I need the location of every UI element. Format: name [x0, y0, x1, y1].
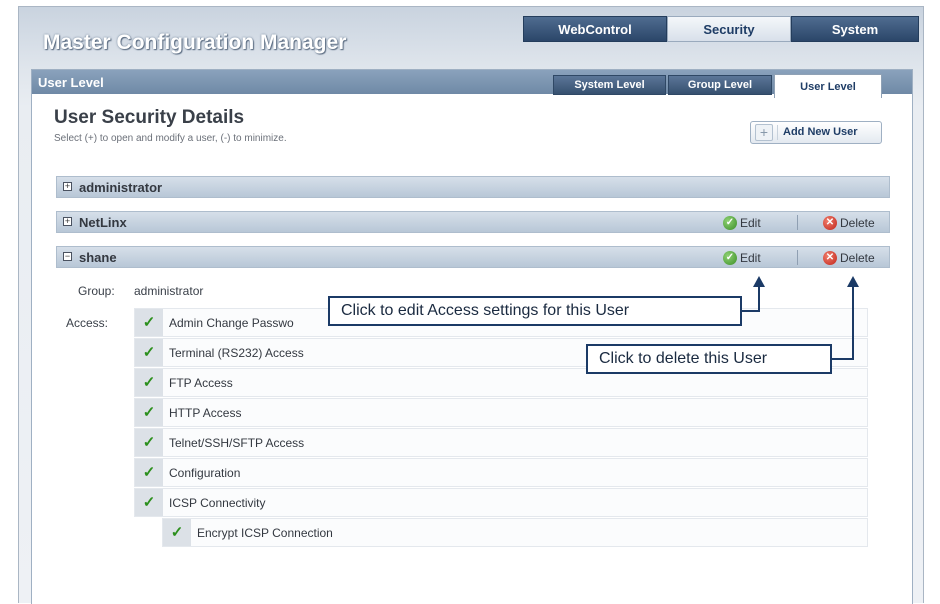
user-name: NetLinx	[79, 215, 127, 230]
plus-icon: +	[755, 124, 773, 141]
access-item: ✓ HTTP Access	[134, 398, 868, 427]
delete-button[interactable]: ✕ Delete	[823, 249, 875, 266]
delete-label: Delete	[840, 250, 875, 265]
user-row-administrator[interactable]: + administrator	[56, 176, 890, 198]
app-title: Master Configuration Manager	[43, 31, 347, 54]
delete-label: Delete	[840, 215, 875, 230]
expand-toggle-icon[interactable]: +	[63, 217, 72, 226]
section-subtitle: Select (+) to open and modify a user, (-…	[54, 133, 287, 144]
main-tab-bar: WebControl Security System	[523, 16, 919, 42]
edit-button[interactable]: ✓ Edit	[723, 249, 761, 266]
access-item-label: ICSP Connectivity	[169, 496, 266, 510]
tab-security[interactable]: Security	[667, 16, 791, 42]
add-new-user-label: Add New User	[783, 126, 858, 138]
expand-toggle-icon[interactable]: +	[63, 182, 72, 191]
access-label: Access:	[66, 316, 109, 330]
tab-webcontrol[interactable]: WebControl	[523, 16, 667, 42]
delete-x-icon: ✕	[823, 250, 837, 265]
checkmark-icon: ✓	[723, 215, 737, 230]
group-label: Group:	[78, 284, 115, 298]
action-divider	[797, 215, 798, 230]
section-title: User Security Details	[54, 107, 245, 128]
delete-callout: Click to delete this User	[586, 344, 832, 374]
access-item-label: Terminal (RS232) Access	[169, 346, 304, 360]
collapse-toggle-icon[interactable]: −	[63, 252, 72, 261]
user-row-shane[interactable]: − shane ✓ Edit ✕ Delete	[56, 246, 890, 268]
button-divider	[777, 125, 778, 140]
edit-callout-arrow-line	[758, 285, 760, 312]
subtab-group-level[interactable]: Group Level	[668, 75, 772, 95]
user-level-panel: User Level System Level Group Level User…	[31, 69, 913, 604]
check-icon: ✓	[135, 399, 163, 426]
access-item-label: HTTP Access	[169, 406, 242, 420]
edit-callout-arrowhead-icon	[753, 276, 765, 287]
access-item: ✓ Configuration	[134, 458, 868, 487]
user-name: shane	[79, 250, 117, 265]
delete-callout-connector	[832, 358, 854, 360]
access-item-label: FTP Access	[169, 376, 233, 390]
check-icon: ✓	[135, 339, 163, 366]
checkmark-icon: ✓	[723, 250, 737, 265]
action-divider	[797, 250, 798, 265]
delete-x-icon: ✕	[823, 215, 837, 230]
tab-system[interactable]: System	[791, 16, 919, 42]
access-item: ✓ ICSP Connectivity	[134, 488, 868, 517]
check-icon: ✓	[135, 429, 163, 456]
access-subitem: ✓ Encrypt ICSP Connection	[162, 518, 868, 547]
access-item-label: Telnet/SSH/SFTP Access	[169, 436, 305, 450]
edit-button[interactable]: ✓ Edit	[723, 214, 761, 231]
add-new-user-button[interactable]: + Add New User	[750, 121, 882, 144]
check-icon: ✓	[135, 489, 163, 516]
check-icon: ✓	[135, 309, 163, 336]
panel-title: User Level	[38, 75, 104, 90]
delete-callout-arrowhead-icon	[847, 276, 859, 287]
check-icon: ✓	[135, 459, 163, 486]
subtab-system-level[interactable]: System Level	[553, 75, 666, 95]
user-row-netlinx[interactable]: + NetLinx ✓ Edit ✕ Delete	[56, 211, 890, 233]
group-value: administrator	[134, 284, 204, 298]
delete-button[interactable]: ✕ Delete	[823, 214, 875, 231]
check-icon: ✓	[163, 519, 191, 546]
edit-label: Edit	[740, 250, 761, 265]
edit-callout: Click to edit Access settings for this U…	[328, 296, 742, 326]
edit-label: Edit	[740, 215, 761, 230]
access-item: ✓ Telnet/SSH/SFTP Access	[134, 428, 868, 457]
delete-callout-arrow-line	[852, 285, 854, 360]
subtab-user-level[interactable]: User Level	[774, 74, 882, 98]
check-icon: ✓	[135, 369, 163, 396]
access-item-label: Configuration	[169, 466, 241, 480]
access-item-label: Admin Change Passwo	[169, 316, 294, 330]
access-item-label: Encrypt ICSP Connection	[197, 526, 333, 540]
user-name: administrator	[79, 180, 163, 195]
